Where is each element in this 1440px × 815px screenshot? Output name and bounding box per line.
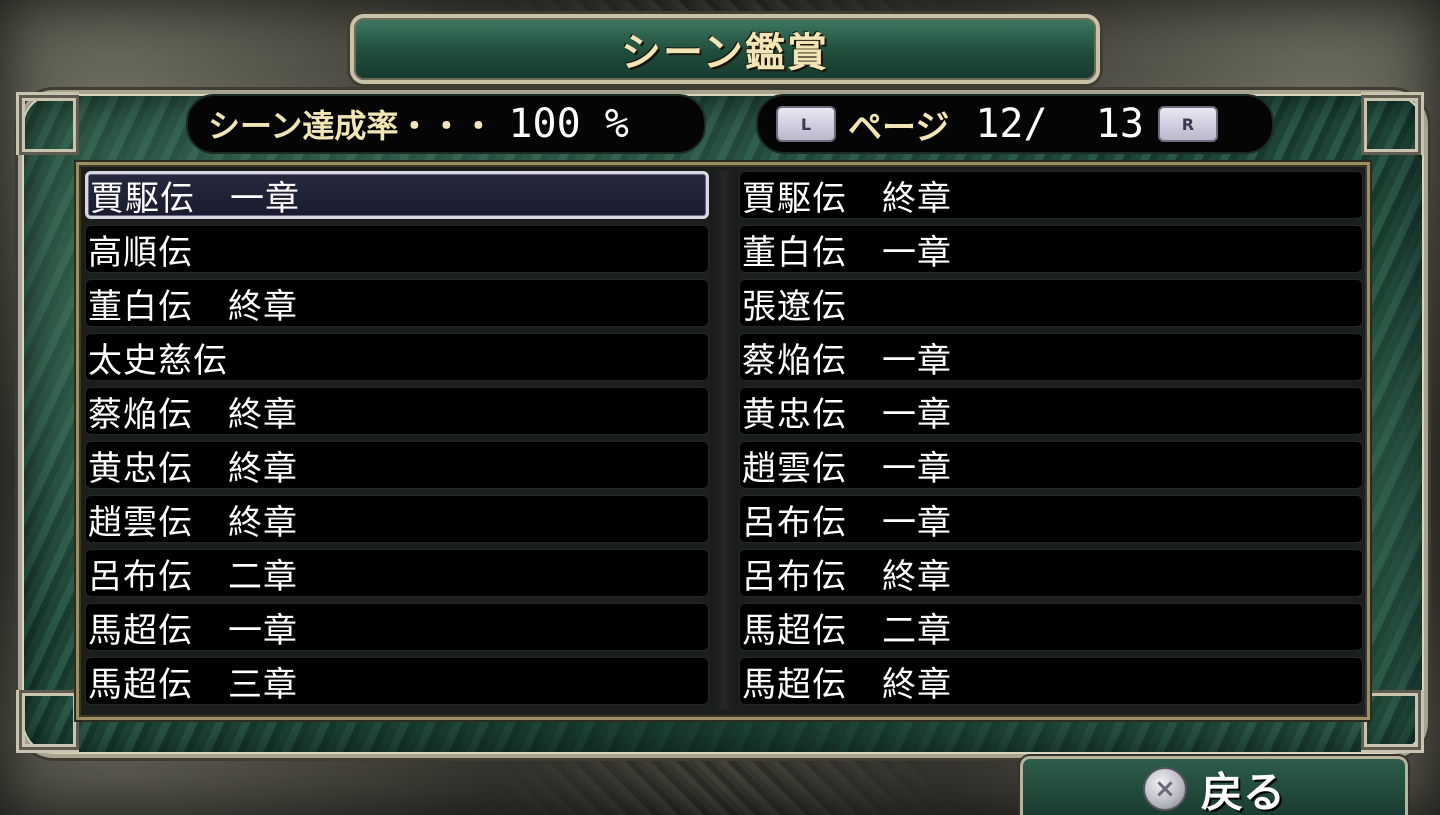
scene-list-right-column: 賈駆伝 終章 董白伝 一章 張遼伝 蔡焔伝 一章 黄忠伝 一章 趙雲伝 一章 呂…: [739, 171, 1363, 711]
scene-item[interactable]: 黄忠伝 一章: [739, 387, 1363, 435]
back-button[interactable]: × 戻る: [1020, 756, 1408, 815]
scene-item[interactable]: 呂布伝 終章: [739, 549, 1363, 597]
scene-item[interactable]: 董白伝 終章: [85, 279, 709, 327]
page-label: ページ: [848, 107, 950, 148]
scene-item-label: 黄忠伝 一章: [742, 394, 952, 435]
scene-item-label: 呂布伝 一章: [742, 502, 952, 543]
scene-item-label: 馬超伝 三章: [88, 664, 298, 705]
scene-item-label: 馬超伝 一章: [88, 610, 298, 651]
column-divider: [711, 171, 737, 709]
scene-item[interactable]: 馬超伝 三章: [85, 657, 709, 705]
scene-item-label: 賈駆伝 一章: [90, 178, 300, 219]
cross-button-icon: ×: [1142, 767, 1187, 811]
page-title: シーン鑑賞: [621, 30, 829, 76]
scene-item[interactable]: 黄忠伝 終章: [85, 441, 709, 489]
page-indicator: 12/ 13: [975, 101, 1144, 147]
scene-item-label: 太史慈伝: [88, 340, 228, 381]
corner-ornament: [16, 92, 79, 155]
completion-rate-panel: シーン達成率・・・ 100 %: [186, 94, 706, 154]
scene-item[interactable]: 馬超伝 二章: [739, 603, 1363, 651]
completion-rate-value: 100 %: [508, 101, 629, 147]
scene-item[interactable]: 呂布伝 二章: [85, 549, 709, 597]
scene-item-label: 趙雲伝 終章: [88, 502, 298, 543]
scene-item-label: 馬超伝 二章: [742, 610, 952, 651]
scene-item-label: 蔡焔伝 一章: [742, 340, 952, 381]
scene-item[interactable]: 賈駆伝 終章: [739, 171, 1363, 219]
scene-item[interactable]: 高順伝: [85, 225, 709, 273]
corner-ornament: [1361, 92, 1424, 155]
scene-list: 賈駆伝 一章 高順伝 董白伝 終章 太史慈伝 蔡焔伝 終章 黄忠伝 終章 趙雲伝…: [76, 162, 1370, 720]
scene-item-label: 賈駆伝 終章: [742, 178, 952, 219]
corner-ornament: [16, 690, 79, 753]
scene-item-label: 高順伝: [88, 232, 193, 273]
scene-item[interactable]: 趙雲伝 終章: [85, 495, 709, 543]
scene-item-label: 趙雲伝 一章: [742, 448, 952, 489]
scene-item[interactable]: 蔡焔伝 一章: [739, 333, 1363, 381]
back-button-label: 戻る: [1200, 767, 1285, 815]
scene-item-label: 呂布伝 二章: [88, 556, 298, 597]
scene-item[interactable]: 董白伝 一章: [739, 225, 1363, 273]
prev-page-l-button[interactable]: L: [776, 106, 836, 142]
scene-item[interactable]: 馬超伝 終章: [739, 657, 1363, 705]
scene-item-label: 呂布伝 終章: [742, 556, 952, 597]
scene-item-label: 蔡焔伝 終章: [88, 394, 298, 435]
scene-list-left-column: 賈駆伝 一章 高順伝 董白伝 終章 太史慈伝 蔡焔伝 終章 黄忠伝 終章 趙雲伝…: [85, 171, 709, 711]
title-plate: シーン鑑賞: [350, 14, 1100, 84]
scene-item[interactable]: 馬超伝 一章: [85, 603, 709, 651]
scene-gallery-screen: シーン鑑賞 シーン達成率・・・ 100 % L ページ 12/ 13 R 賈駆伝…: [0, 0, 1440, 815]
scene-item-label: 馬超伝 終章: [742, 664, 952, 705]
completion-rate-label: シーン達成率・・・: [208, 107, 495, 145]
scene-item-label: 黄忠伝 終章: [88, 448, 298, 489]
scene-item[interactable]: 張遼伝: [739, 279, 1363, 327]
scene-item-label: 董白伝 終章: [88, 286, 298, 327]
scene-item[interactable]: 賈駆伝 一章: [85, 171, 709, 219]
pager-panel: L ページ 12/ 13 R: [756, 94, 1274, 154]
scene-item-label: 張遼伝: [742, 286, 847, 327]
scene-item[interactable]: 蔡焔伝 終章: [85, 387, 709, 435]
next-page-r-button[interactable]: R: [1157, 106, 1218, 142]
scene-item[interactable]: 趙雲伝 一章: [739, 441, 1363, 489]
scene-item-label: 董白伝 一章: [742, 232, 952, 273]
scene-item[interactable]: 呂布伝 一章: [739, 495, 1363, 543]
scene-item[interactable]: 太史慈伝: [85, 333, 709, 381]
corner-ornament: [1361, 690, 1424, 753]
